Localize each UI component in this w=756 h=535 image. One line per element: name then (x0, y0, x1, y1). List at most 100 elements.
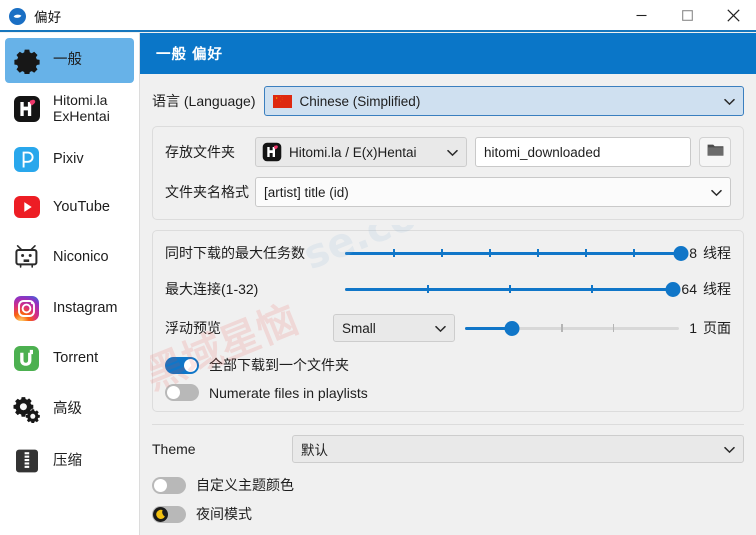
sidebar-item-hitomi[interactable]: Hitomi.la ExHentai (5, 83, 134, 135)
floating-preview-size-select[interactable]: Small (333, 314, 455, 342)
close-button[interactable] (710, 0, 756, 31)
sidebar-item-label: Instagram (53, 300, 117, 316)
slider-row-floating-preview: 浮动预览 Small 1 页面 (165, 314, 731, 342)
custom-theme-color-toggle[interactable] (152, 477, 186, 494)
maximize-button[interactable] (664, 0, 710, 31)
slider-tick (537, 249, 539, 257)
download-all-to-one-folder-toggle[interactable] (165, 357, 199, 374)
hitomi-icon (262, 142, 282, 162)
folder-row: 存放文件夹 Hitomi.la / E(x)Hentai (165, 137, 731, 167)
folder-label: 存放文件夹 (165, 142, 249, 162)
title-bar-left: 偏好 (9, 0, 62, 32)
gear-icon (11, 45, 42, 76)
site-select[interactable]: Hitomi.la / E(x)Hentai (255, 137, 467, 167)
slider-thumb[interactable] (666, 282, 681, 297)
gears-icon (11, 394, 42, 425)
app-logo-icon (9, 8, 26, 25)
toggle-row-numerate-files: Numerate files in playlists (165, 384, 731, 401)
custom-theme-color-label: 自定义主题颜色 (196, 475, 294, 495)
max-connections-label: 最大连接(1-32) (165, 279, 337, 299)
moon-icon (153, 507, 168, 522)
language-value: Chinese (Simplified) (300, 94, 421, 109)
slider-tick (585, 249, 587, 257)
numerate-files-toggle[interactable] (165, 384, 199, 401)
chevron-down-icon (724, 442, 735, 457)
theme-section: Theme 默认 自定义主题颜色 (140, 425, 756, 524)
window-title: 偏好 (34, 6, 62, 26)
utorrent-icon (11, 343, 42, 374)
folder-icon (707, 143, 724, 162)
sidebar-item-label: Torrent (53, 350, 98, 366)
download-all-to-one-folder-label: 全部下载到一个文件夹 (209, 355, 349, 375)
sidebar-item-compress[interactable]: 压缩 (5, 435, 134, 487)
sidebar-item-niconico[interactable]: Niconico (5, 231, 134, 283)
theme-select[interactable]: 默认 (292, 435, 744, 463)
slider-tick (393, 249, 395, 257)
chevron-down-icon (447, 145, 458, 160)
download-path-value: hitomi_downloaded (484, 145, 600, 160)
download-path-input[interactable]: hitomi_downloaded (475, 137, 691, 167)
numerate-files-label: Numerate files in playlists (209, 385, 368, 401)
chevron-down-icon (711, 185, 722, 200)
slider-tick (427, 285, 429, 293)
slider-thumb[interactable] (674, 246, 689, 261)
floating-preview-slider[interactable] (465, 319, 679, 337)
slider-tick (591, 285, 593, 293)
browse-folder-button[interactable] (699, 137, 731, 167)
max-connections-slider[interactable] (345, 280, 673, 298)
theme-label: Theme (152, 441, 292, 457)
slider-tick (561, 324, 563, 332)
sidebar-item-label: Pixiv (53, 151, 84, 167)
sidebar-item-label: Niconico (53, 249, 109, 265)
pixiv-icon (11, 144, 42, 175)
sidebar-item-torrent[interactable]: Torrent (5, 333, 134, 383)
slider-tick (441, 249, 443, 257)
max-connections-unit: 线程 (703, 279, 731, 299)
sidebar-item-label: 一般 (53, 52, 82, 68)
sidebar: 一般 Hitomi.la ExHentai Pixiv (0, 33, 140, 535)
floating-preview-value: 1 (689, 320, 697, 336)
floating-preview-label: 浮动预览 (165, 318, 333, 338)
night-mode-toggle[interactable] (152, 506, 186, 523)
night-mode-label: 夜间模式 (196, 504, 252, 524)
sidebar-item-youtube[interactable]: YouTube (5, 183, 134, 231)
max-concurrent-tasks-slider[interactable] (345, 244, 681, 262)
sidebar-item-pixiv[interactable]: Pixiv (5, 135, 134, 183)
sidebar-item-advanced[interactable]: 高级 (5, 383, 134, 435)
china-flag-icon (273, 95, 292, 108)
theme-row: Theme 默认 (152, 435, 744, 463)
sidebar-item-general[interactable]: 一般 (5, 38, 134, 83)
sidebar-item-label: YouTube (53, 199, 110, 215)
minimize-button[interactable] (618, 0, 664, 31)
title-bar-accent-line (0, 30, 756, 32)
floating-preview-unit: 页面 (703, 318, 731, 338)
title-bar: 偏好 (0, 0, 756, 32)
slider-tick (613, 324, 615, 332)
chevron-down-icon (724, 94, 735, 109)
slider-tick (633, 249, 635, 257)
floating-preview-size-value: Small (342, 321, 376, 336)
folder-format-row: 文件夹名格式 [artist] title (id) (165, 177, 731, 207)
sidebar-item-label: 压缩 (53, 453, 82, 469)
max-concurrent-tasks-value: 8 (689, 245, 697, 261)
folder-format-value: [artist] title (id) (264, 185, 349, 200)
main-panel: 一般 偏好 语言 (Language) Chinese (Simplified) (140, 33, 756, 535)
youtube-icon (11, 192, 42, 223)
hitomi-icon (11, 94, 42, 125)
language-row: 语言 (Language) Chinese (Simplified) (140, 74, 756, 116)
sidebar-item-instagram[interactable]: Instagram (5, 283, 134, 333)
max-concurrent-tasks-label: 同时下载的最大任务数 (165, 243, 337, 263)
niconico-icon (11, 242, 42, 273)
language-select[interactable]: Chinese (Simplified) (264, 86, 744, 116)
chevron-down-icon (435, 321, 446, 336)
toggle-knob (154, 479, 167, 492)
toggle-row-custom-theme-color: 自定义主题颜色 (152, 475, 744, 495)
slider-fill (345, 252, 681, 255)
toggle-row-night-mode: 夜间模式 (152, 504, 744, 524)
site-value: Hitomi.la / E(x)Hentai (289, 145, 417, 160)
folder-format-select[interactable]: [artist] title (id) (255, 177, 731, 207)
theme-value: 默认 (301, 439, 328, 459)
archive-icon (11, 446, 42, 477)
toggle-knob (167, 386, 180, 399)
slider-thumb[interactable] (505, 321, 520, 336)
